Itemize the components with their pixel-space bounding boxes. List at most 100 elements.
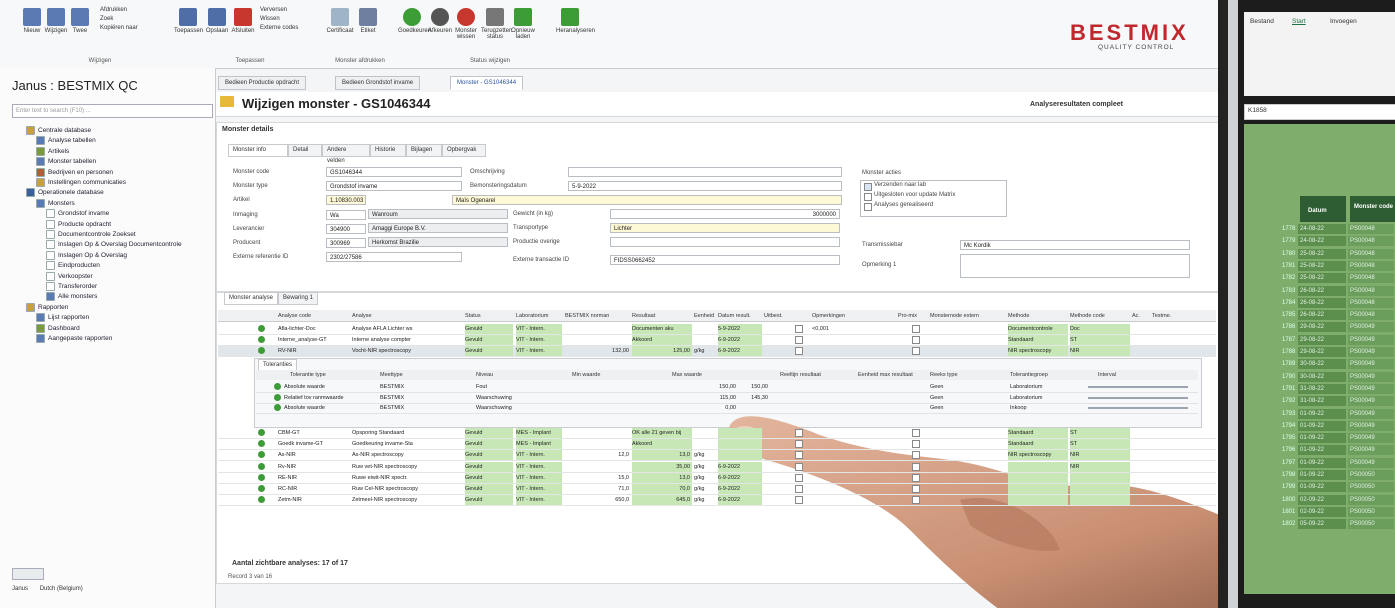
nav-tree-item[interactable]: Dashboard [36, 323, 80, 333]
nav-tree-item[interactable]: Instellingen communicaties [36, 178, 126, 187]
excel-date-cell[interactable]: 26-08-22 [1298, 310, 1346, 321]
cell-analyse[interactable]: Ruwe eiwit-NIR spectr. [352, 473, 462, 483]
grid-column-header[interactable]: BESTMIX norman [565, 312, 609, 321]
field-value[interactable] [610, 237, 840, 247]
table-row[interactable]: RV-NIR Vocht-NIR spectroscopy Gevuld VIT - … [218, 346, 1216, 357]
subgrid-column-header[interactable]: Niveau [476, 371, 493, 380]
ribbon-button-8[interactable]: Goedkeuren [398, 8, 431, 34]
detail-tab[interactable]: Bijlagen [406, 144, 442, 157]
grid-tab-bewaring[interactable]: Bewaring 1 [278, 292, 319, 305]
subcell-niveau[interactable]: Waarschuwing [476, 393, 566, 403]
cell-analyse[interactable]: Opsporing Standaard [352, 428, 462, 438]
grid-column-header[interactable]: Datum result. [718, 312, 751, 321]
cell-analyse[interactable]: Zetmeel-NIR spectroscopy [352, 495, 462, 505]
excel-tab-insert[interactable]: Invoegen [1330, 18, 1357, 25]
nav-tree-item[interactable]: Grondstof invame [46, 209, 109, 219]
subgrid-row[interactable]: Relatief tov ranmwaarde BESTMIX Waarschuwi… [256, 393, 1198, 404]
detail-tab[interactable]: Monster info [228, 144, 288, 157]
cell-lab[interactable]: VIT - Intern. [516, 346, 562, 356]
promix-checkbox[interactable] [912, 451, 920, 460]
cell-result[interactable]: 645,0 [632, 495, 692, 506]
field-value[interactable]: 304900 [326, 223, 366, 234]
excel-date-cell[interactable]: 26-08-22 [1298, 297, 1346, 308]
excel-code-cell[interactable]: PS00050 [1348, 470, 1394, 480]
grid-column-header[interactable]: Methode [1008, 312, 1029, 321]
uitbest-checkbox[interactable] [795, 336, 803, 344]
record-navigator[interactable]: Record 3 van 16 [228, 574, 272, 580]
subcell-meet[interactable]: BESTMIX [380, 382, 470, 392]
excel-date-cell[interactable]: 29-08-22 [1298, 347, 1346, 357]
nav-tree-item[interactable]: Operationele database [26, 188, 104, 198]
cell-norm[interactable]: 71,0 [565, 484, 631, 494]
field-value[interactable] [568, 167, 842, 177]
cell-norm[interactable]: 12,0 [565, 450, 631, 460]
subcell-reeks[interactable]: Geen [930, 403, 1006, 413]
table-row[interactable]: Interne_analyse-GT Interne analyse compte… [218, 335, 1216, 346]
excel-code-cell[interactable]: PS00050 [1348, 494, 1394, 505]
interval-slider[interactable] [1088, 396, 1188, 399]
cell-method[interactable]: Documentcontrole [1008, 324, 1068, 334]
cell-code[interactable]: RE-NIR [278, 473, 348, 483]
promix-checkbox[interactable] [912, 473, 920, 482]
cell-date[interactable] [718, 450, 762, 461]
excel-code-cell[interactable]: PS00048 [1348, 310, 1394, 321]
excel-code-cell[interactable]: PS00048 [1348, 285, 1394, 296]
nav-pin-button[interactable] [12, 568, 44, 580]
refresh-item[interactable]: Verversen [260, 6, 320, 15]
excel-date-cell[interactable]: 24-08-22 [1298, 236, 1346, 247]
field-value[interactable]: Grondstof invame [326, 181, 462, 192]
subgrid-column-header[interactable]: Meettype [380, 371, 403, 380]
excel-row[interactable]: 1792 31-08-22 PS00049 [1282, 396, 1395, 407]
ribbon-button-4[interactable]: Opslaan [203, 8, 231, 34]
excel-date-cell[interactable]: 30-08-22 [1298, 371, 1346, 382]
excel-date-cell[interactable]: 01-09-22 [1298, 470, 1346, 480]
uitbest-checkbox[interactable] [795, 347, 803, 355]
excel-row[interactable]: 1787 29-08-22 PS00049 [1282, 334, 1395, 345]
cell-norm[interactable]: 650,0 [565, 495, 631, 505]
cell-lab[interactable]: VIT - Intern. [516, 472, 562, 483]
cell-analyse[interactable]: Interne analyse compter [352, 335, 462, 345]
table-row[interactable]: Goedk invame-GT Goedkeuring invame-Sta Gev… [218, 439, 1216, 451]
nav-tree-item[interactable]: Producte opdracht [46, 219, 111, 229]
grid-column-header[interactable]: Analyse [352, 312, 372, 321]
cell-norm[interactable] [565, 324, 631, 334]
cell-mcode[interactable]: ST [1070, 335, 1130, 345]
excel-row[interactable]: 1788 29-08-22 PS00049 [1282, 347, 1395, 357]
ribbon-button-2[interactable]: Twee [66, 8, 94, 34]
cell-result[interactable]: 125,00 [632, 346, 692, 356]
cell-lab[interactable]: MES - Implant [516, 439, 562, 450]
cell-unit[interactable]: g/kg [694, 450, 718, 460]
nav-tree-item[interactable]: Monster tabellen [36, 157, 96, 167]
field-value[interactable]: 5-9-2022 [568, 181, 842, 191]
excel-row[interactable]: 1794 01-09-22 PS00049 [1282, 420, 1395, 431]
excel-code-cell[interactable]: PS00049 [1348, 322, 1394, 333]
excel-row[interactable]: 1786 29-08-22 PS00049 [1282, 322, 1395, 333]
promix-checkbox[interactable] [912, 462, 920, 471]
excel-code-cell[interactable]: PS00048 [1348, 260, 1394, 271]
subcell-max2[interactable]: 150,00 [708, 382, 768, 392]
excel-row[interactable]: 1779 24-08-22 PS00048 [1282, 236, 1395, 247]
excel-row[interactable]: 1796 01-09-22 PS00049 [1282, 445, 1395, 456]
cell-method[interactable]: Standaard [1008, 335, 1068, 345]
cell-lab[interactable]: VIT - Intern. [516, 324, 562, 334]
cell-mcode[interactable]: ST [1070, 428, 1130, 438]
excel-code-cell[interactable]: PS00048 [1348, 236, 1394, 247]
table-row[interactable]: CBM-GT Opsporing Standaard Gevuld MES - Imp… [218, 428, 1216, 439]
table-row[interactable]: RE-NIR Ruwe eiwit-NIR spectr. Gevuld VIT - … [218, 472, 1216, 484]
cell-status[interactable]: Gevuld [465, 324, 513, 334]
uitbest-checkbox[interactable] [795, 325, 803, 333]
cell-analyse[interactable]: Analyse AFLA Lichter ws [352, 324, 462, 334]
cell-unit[interactable] [694, 324, 718, 334]
interval-slider[interactable] [1088, 386, 1188, 388]
excel-code-cell[interactable]: PS00049 [1348, 420, 1394, 431]
cell-date[interactable] [718, 428, 762, 438]
excel-date-cell[interactable]: 26-08-22 [1298, 285, 1346, 296]
cell-lab[interactable]: VIT - Intern. [516, 461, 562, 472]
cell-code[interactable]: CBM-GT [278, 428, 348, 438]
subcell-meet[interactable]: BESTMIX [380, 393, 470, 403]
excel-date-cell[interactable]: 25-08-22 [1298, 248, 1346, 259]
table-row[interactable]: As-NIR As-NIR spectroscopy Gevuld VIT - Int… [218, 450, 1216, 462]
excel-row[interactable]: 1799 01-09-22 PS00050 [1282, 482, 1395, 493]
field-value-extra[interactable]: Maïs Ogenarei [452, 195, 842, 205]
nav-tree-item[interactable]: Centrale database [26, 126, 91, 135]
